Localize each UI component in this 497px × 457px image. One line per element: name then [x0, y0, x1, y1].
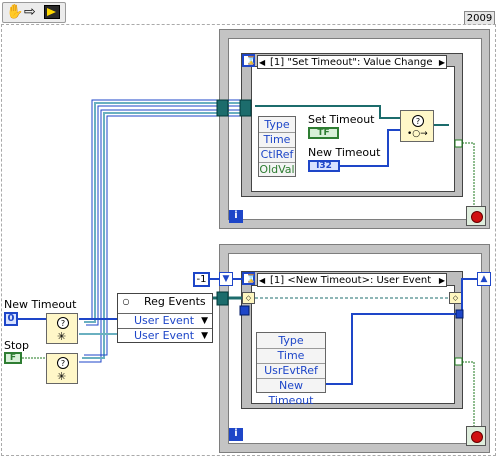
wire-refnum-to-generate [255, 105, 400, 119]
wire-new-timeout-to-generate [340, 129, 400, 167]
wire-new-timeout-out [326, 278, 477, 385]
wire-stop-top [462, 142, 475, 206]
wire-stop-bottom [462, 361, 475, 426]
refnum-wire-bundle [79, 99, 242, 363]
wires-layer [18, 99, 477, 426]
